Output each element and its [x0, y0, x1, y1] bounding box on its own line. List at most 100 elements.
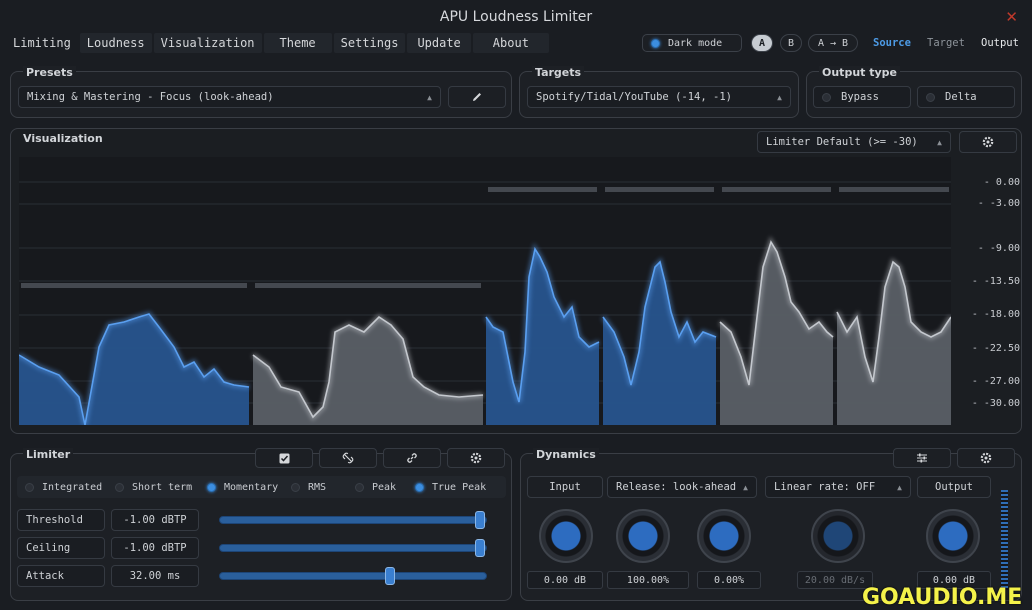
visualization-title: Visualization	[23, 132, 103, 145]
edit-preset-button[interactable]	[448, 86, 506, 108]
dark-mode-label: Dark mode	[668, 37, 723, 49]
preset-value: Mixing & Mastering - Focus (look-ahead)	[27, 91, 274, 103]
linear-rate-select[interactable]: Linear rate: OFF ▲	[765, 476, 911, 498]
mode-rms[interactable]: RMS	[291, 482, 355, 493]
limiter-settings-button[interactable]	[447, 448, 505, 468]
axis-label: - -27.00	[971, 376, 1020, 387]
presets-title: Presets	[23, 66, 76, 79]
release-select[interactable]: Release: look-ahead ▲	[607, 476, 757, 498]
pencil-icon	[473, 93, 481, 101]
attack-slider[interactable]	[219, 567, 489, 585]
menu-visualization[interactable]: Visualization	[153, 33, 262, 53]
watermark-logo: GOAUDIO.ME	[862, 585, 1023, 610]
limit-bar	[605, 187, 714, 192]
bypass-radio[interactable]: Bypass	[813, 86, 911, 108]
release-knob[interactable]	[616, 509, 670, 563]
linear-rate-value: Linear rate: OFF	[774, 481, 876, 493]
target-tab[interactable]: Target	[927, 37, 965, 49]
a-button[interactable]: A	[751, 34, 773, 52]
sliders-icon	[917, 453, 927, 463]
spin-arrows-icon: ▲	[937, 137, 942, 147]
radio-dot	[355, 482, 364, 492]
attack-label: Attack	[17, 565, 105, 587]
spin-arrows-icon: ▲	[777, 92, 782, 102]
menu-settings[interactable]: Settings	[333, 33, 406, 53]
mix-knob[interactable]	[697, 509, 751, 563]
preset-select[interactable]: Mixing & Mastering - Focus (look-ahead) …	[18, 86, 441, 108]
release-value[interactable]: 100.00%	[607, 571, 689, 589]
output-type-title: Output type	[819, 66, 900, 79]
limit-bar	[255, 283, 481, 288]
ceiling-value[interactable]: -1.00 dBTP	[111, 537, 199, 559]
radio-dot	[115, 482, 124, 492]
linear-rate-knob[interactable]	[811, 509, 865, 563]
input-button[interactable]: Input	[527, 476, 603, 498]
menu-limiting[interactable]: Limiting	[6, 33, 78, 53]
slider-knob[interactable]	[475, 539, 485, 557]
threshold-slider[interactable]	[219, 511, 489, 529]
slider-knob[interactable]	[475, 511, 485, 529]
mode-label: Integrated	[42, 481, 103, 493]
output-level-meter	[1001, 490, 1008, 590]
window-title: APU Loudness Limiter	[439, 9, 593, 25]
limit-bar	[21, 283, 247, 288]
a-to-b-button[interactable]: A → B	[808, 34, 858, 52]
mode-label: RMS	[308, 481, 327, 493]
close-icon[interactable]: ✕	[1005, 8, 1018, 26]
limiter-panel: Limiter Integrated Short term Momentary …	[10, 448, 512, 601]
slider-knob[interactable]	[385, 567, 395, 585]
axis-label: - -13.50	[971, 276, 1020, 287]
mode-peak[interactable]: Peak	[355, 482, 415, 493]
input-gain-knob[interactable]	[539, 509, 593, 563]
output-tab[interactable]: Output	[981, 37, 1019, 49]
dark-mode-toggle[interactable]: Dark mode	[642, 34, 742, 52]
visualization-mode-select[interactable]: Limiter Default (>= -30) ▲	[757, 131, 951, 153]
checkbox-icon	[279, 453, 289, 463]
loudness-graph-svg	[19, 181, 951, 425]
mode-short-term[interactable]: Short term	[113, 482, 207, 493]
loudness-area	[837, 262, 951, 425]
dynamics-eq-button[interactable]	[893, 448, 951, 468]
ceiling-label: Ceiling	[17, 537, 105, 559]
source-tab[interactable]: Source	[873, 37, 911, 49]
limiter-unlink-button[interactable]	[319, 448, 377, 468]
gear-icon	[470, 452, 482, 464]
mode-momentary[interactable]: Momentary	[207, 482, 291, 493]
visualization-mode-value: Limiter Default (>= -30)	[766, 136, 918, 148]
delta-radio[interactable]: Delta	[917, 86, 1015, 108]
output-gain-knob[interactable]	[926, 509, 980, 563]
spin-arrows-icon: ▲	[897, 482, 902, 492]
radio-dot	[822, 92, 831, 102]
mode-true-peak[interactable]: True Peak	[415, 482, 486, 493]
loudness-area	[720, 242, 833, 425]
limiter-checkbox-button[interactable]	[255, 448, 313, 468]
mode-label: Short term	[132, 481, 193, 493]
limiter-title: Limiter	[23, 448, 74, 461]
attack-value[interactable]: 32.00 ms	[111, 565, 199, 587]
dynamics-settings-button[interactable]	[957, 448, 1015, 468]
limiter-link-button[interactable]	[383, 448, 441, 468]
spin-arrows-icon: ▲	[427, 92, 432, 102]
radio-dot	[25, 482, 34, 492]
dynamics-title: Dynamics	[533, 448, 599, 461]
menu-theme[interactable]: Theme	[263, 33, 332, 53]
radio-dot	[926, 92, 935, 102]
mode-integrated[interactable]: Integrated	[17, 482, 113, 493]
link-icon	[407, 453, 417, 463]
menu-about[interactable]: About	[472, 33, 549, 53]
ceiling-slider[interactable]	[219, 539, 489, 557]
visualization-settings-button[interactable]	[959, 131, 1017, 153]
targets-select[interactable]: Spotify/Tidal/YouTube (-14, -1) ▲	[527, 86, 791, 108]
release-value: Release: look-ahead	[616, 481, 737, 493]
mix-value[interactable]: 0.00%	[697, 571, 761, 589]
menu-loudness[interactable]: Loudness	[79, 33, 152, 53]
b-button[interactable]: B	[780, 34, 802, 52]
output-gain-button[interactable]: Output	[917, 476, 991, 498]
threshold-value[interactable]: -1.00 dBTP	[111, 509, 199, 531]
axis-label: - -22.50	[971, 343, 1020, 354]
mode-label: True Peak	[432, 481, 487, 493]
mode-label: Peak	[372, 481, 397, 493]
input-gain-value[interactable]: 0.00 dB	[527, 571, 603, 589]
spin-arrows-icon: ▲	[743, 482, 748, 492]
menu-update[interactable]: Update	[407, 33, 471, 53]
